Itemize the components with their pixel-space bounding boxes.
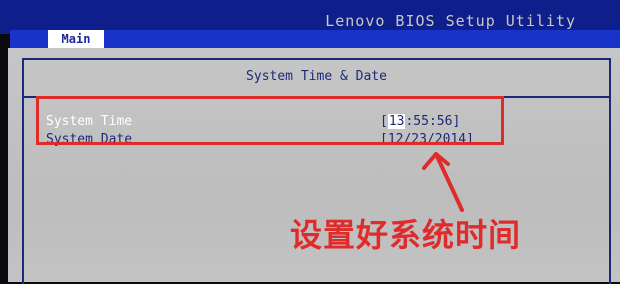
bios-title: Lenovo BIOS Setup Utility [325,12,576,30]
header-bar: Lenovo BIOS Setup Utility [0,0,620,34]
annotation-arrow-icon [422,152,464,212]
tab-main[interactable]: Main [48,30,104,48]
annotation-highlight-box [36,96,504,145]
panel-header: System Time & Date [24,60,609,98]
annotation-note: 设置好系统时间 [290,216,522,254]
panel-title: System Time & Date [246,69,387,84]
